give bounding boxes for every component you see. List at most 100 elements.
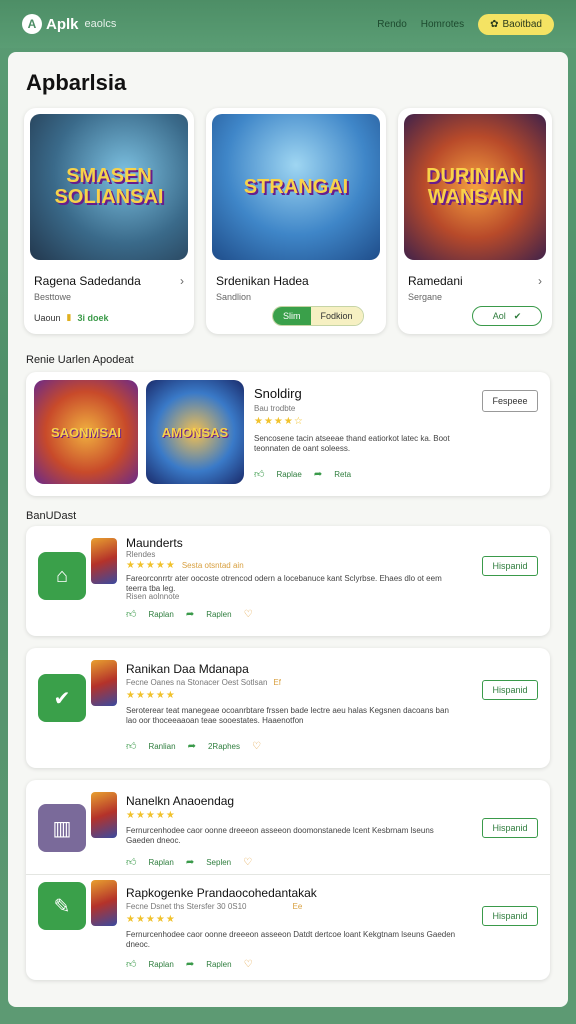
app-logo[interactable]: A Aplk eaolcs bbox=[22, 14, 116, 34]
list-item-a2-4[interactable]: Raplen bbox=[206, 960, 231, 969]
featured-art-title-2: STRANGAI bbox=[243, 175, 349, 198]
list-item-desc-2: Seroterear teat manegeae ocoanrbtare frs… bbox=[126, 706, 449, 726]
list-item-meta-4: Ee bbox=[292, 902, 303, 911]
page-title: Apbarlsia bbox=[26, 70, 127, 95]
trending-art-left: SAONMSAI bbox=[34, 380, 138, 484]
thumb-up-icon[interactable]: 👍︎ bbox=[126, 740, 136, 752]
featured-sub-1: Besttowe bbox=[34, 292, 72, 302]
thumbnail-3 bbox=[91, 792, 117, 838]
list-item-rating-1: ★★★★★ Sesta otsntad ain bbox=[126, 560, 244, 571]
featured-card-3[interactable]: DURINIAN WANSAIN Ramedani › Sergane Aol … bbox=[398, 108, 552, 334]
list-item-3[interactable]: ▥ Nanelkn Anaoendag ★★★★★ Fernurcenhodee… bbox=[26, 780, 550, 876]
featured-pill-label: Aol bbox=[492, 311, 506, 321]
list-item-desc-4: Fernurcenhodee caor oonne dreeeon asseeo… bbox=[126, 930, 456, 950]
featured-art-1: SMASEN SOLIANSAI bbox=[30, 114, 188, 260]
trending-art-left-title: SAONMSAI bbox=[50, 424, 122, 440]
star-icon: ✿ bbox=[490, 18, 499, 30]
nav-link-1[interactable]: Rendo bbox=[377, 19, 406, 30]
trending-button[interactable]: Fespeee bbox=[482, 390, 538, 412]
list-item-a2-2[interactable]: 2Raphes bbox=[208, 742, 240, 751]
list-item-actions-1: 👍︎ Raplan ➦ Raplen ♡ bbox=[126, 608, 253, 621]
featured-pill-button[interactable]: Aol ✔ bbox=[472, 306, 542, 326]
trending-section-label: Renie Uarlen Apodeat bbox=[26, 354, 134, 366]
list-item-a1-1[interactable]: Raplan bbox=[148, 610, 173, 619]
list-item-button-3[interactable]: Hispanid bbox=[482, 818, 538, 838]
share-icon[interactable]: ➦ bbox=[314, 469, 322, 480]
trending-stars: ★★★★☆ bbox=[254, 416, 304, 427]
list-item-actions-3: 👍︎ Raplan ➦ Seplen ♡ bbox=[126, 856, 252, 869]
list-item-a1-3[interactable]: Raplan bbox=[148, 858, 173, 867]
heart-icon[interactable]: ♡ bbox=[244, 609, 253, 620]
featured-toggle[interactable]: Slim Fodkion bbox=[272, 306, 364, 326]
thumb-up-icon[interactable]: 👍︎ bbox=[126, 856, 136, 868]
list-item-stars-1: ★★★★★ bbox=[126, 560, 176, 571]
featured-sub-3: Sergane bbox=[408, 292, 443, 302]
share-icon[interactable]: ➦ bbox=[186, 857, 194, 868]
thumb-up-icon[interactable]: 👍︎ bbox=[254, 468, 264, 480]
share-icon[interactable]: ➦ bbox=[188, 741, 196, 752]
header-cta-label: Baoitbad bbox=[502, 18, 542, 30]
nav-link-2[interactable]: Homrotes bbox=[421, 19, 464, 30]
featured-art-3: DURINIAN WANSAIN bbox=[404, 114, 546, 260]
list-item-a2-1[interactable]: Raplen bbox=[206, 610, 231, 619]
featured-meta-1: Uaoun ▮ 3i doek bbox=[34, 312, 109, 323]
featured-sub-2: Sandlion bbox=[216, 292, 252, 302]
trending-actions: 👍︎ Raplae ➦ Reta bbox=[254, 468, 351, 481]
list-item-button-1[interactable]: Hispanid bbox=[482, 556, 538, 576]
top-bar: A Aplk eaolcs Rendo Homrotes ✿ Baoitbad bbox=[0, 0, 576, 48]
list-item-2[interactable]: ✔ Ranikan Daa Mdanapa Fecne Oanes na Sto… bbox=[26, 648, 550, 768]
list-item-4[interactable]: ✎ Rapkogenke Prandaocohedantakak Fecne D… bbox=[26, 876, 550, 980]
list-item-title-3: Nanelkn Anaoendag bbox=[126, 794, 235, 808]
list-item-stars-4: ★★★★★ bbox=[126, 914, 176, 925]
list-item-title-2: Ranikan Daa Mdanapa bbox=[126, 662, 249, 676]
list-item-desc-3: Fernurcenhodee caor oonne dreeeon asseeo… bbox=[126, 826, 434, 846]
list-item-sub-1: Rlendes bbox=[126, 550, 156, 559]
featured-meta-right-1: 3i doek bbox=[77, 312, 109, 323]
chevron-right-icon[interactable]: › bbox=[538, 274, 542, 288]
app-icon-4: ✎ bbox=[38, 882, 86, 930]
heart-icon[interactable]: ♡ bbox=[252, 741, 261, 752]
thumbnail-1 bbox=[91, 538, 117, 584]
trending-action-1[interactable]: Raplae bbox=[276, 470, 301, 479]
list-group-card: ▥ Nanelkn Anaoendag ★★★★★ Fernurcenhodee… bbox=[26, 780, 550, 980]
toggle-off-label[interactable]: Fodkion bbox=[310, 307, 363, 325]
share-icon[interactable]: ➦ bbox=[186, 959, 194, 970]
thumb-up-icon[interactable]: 👍︎ bbox=[126, 608, 136, 620]
list-item-a2-3[interactable]: Seplen bbox=[206, 858, 231, 867]
toggle-on-label[interactable]: Slim bbox=[273, 307, 311, 325]
trending-desc: Sencosene tacin atseeae thand eatiorkot … bbox=[254, 434, 450, 454]
header-cta-button[interactable]: ✿ Baoitbad bbox=[478, 13, 554, 35]
featured-card-2[interactable]: STRANGAI Srdenikan Hadea Sandlion Slim F… bbox=[206, 108, 386, 334]
list-item-button-4[interactable]: Hispanid bbox=[482, 906, 538, 926]
featured-card-1[interactable]: SMASEN SOLIANSAI Ragena Sadedanda › Best… bbox=[24, 108, 194, 334]
list-item-a1-4[interactable]: Raplan bbox=[148, 960, 173, 969]
app-icon-1: ⌂ bbox=[38, 552, 86, 600]
heart-icon[interactable]: ♡ bbox=[243, 857, 252, 868]
share-icon[interactable]: ➦ bbox=[186, 609, 194, 620]
trending-action-2[interactable]: Reta bbox=[334, 470, 351, 479]
app-icon-3: ▥ bbox=[38, 804, 86, 852]
trending-art-right-title: AMONSAS bbox=[161, 424, 229, 440]
list-item-stars-3: ★★★★★ bbox=[126, 810, 176, 821]
list-item-sub-row-4: Fecne Dsnet ths Stersfer 30 0S10 Ee bbox=[126, 902, 302, 911]
logo-text: Aplk bbox=[46, 15, 79, 33]
trending-card[interactable]: SAONMSAI AMONSAS Snoldirg Bau trodbte ★★… bbox=[26, 372, 550, 496]
list-section-label: BanUDast bbox=[26, 510, 77, 522]
chevron-right-icon[interactable]: › bbox=[180, 274, 184, 288]
top-nav: Rendo Homrotes ✿ Baoitbad bbox=[377, 13, 554, 35]
featured-art-title-1: SMASEN SOLIANSAI bbox=[54, 165, 164, 208]
trending-sub: Bau trodbte bbox=[254, 404, 296, 413]
list-item-1[interactable]: ⌂ Maunderts Rlendes ★★★★★ Sesta otsntad … bbox=[26, 526, 550, 636]
thumb-up-icon[interactable]: 👍︎ bbox=[126, 958, 136, 970]
featured-name-2: Srdenikan Hadea bbox=[216, 274, 309, 288]
list-item-sub-4: Fecne Dsnet ths Stersfer 30 0S10 bbox=[126, 902, 247, 911]
heart-icon[interactable]: ♡ bbox=[244, 959, 253, 970]
featured-meta-left-1: Uaoun bbox=[34, 312, 61, 323]
list-item-button-2[interactable]: Hispanid bbox=[482, 680, 538, 700]
list-item-title-4: Rapkogenke Prandaocohedantakak bbox=[126, 886, 317, 900]
list-item-actions-4: 👍︎ Raplan ➦ Raplen ♡ bbox=[126, 958, 253, 971]
list-item-title-1: Maunderts bbox=[126, 536, 183, 550]
list-item-a1-2[interactable]: Ranlian bbox=[148, 742, 175, 751]
bolt-icon: ▮ bbox=[66, 312, 72, 322]
thumbnail-2 bbox=[91, 660, 117, 706]
